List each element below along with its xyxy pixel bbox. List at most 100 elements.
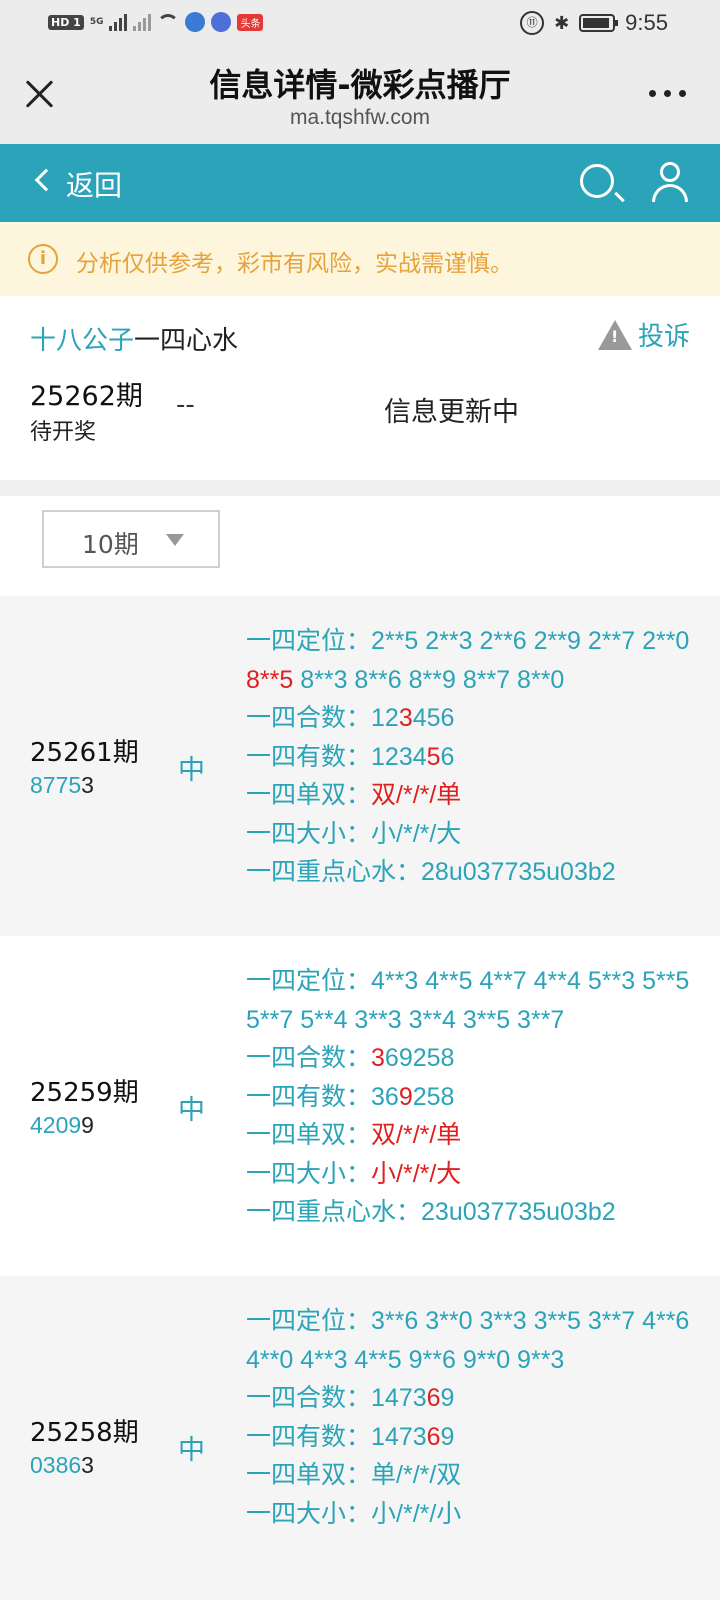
hit-digit: 8**5 (246, 665, 294, 694)
bluetooth-icon: ✱ (554, 12, 570, 34)
hit-digit: 3 (371, 1044, 385, 1072)
hit-digit: 3 (398, 704, 413, 732)
volte-icon: ⑪ (520, 11, 545, 35)
music-icon (211, 12, 232, 32)
signal-2-icon (133, 13, 152, 31)
prediction-value: 369258 (371, 1083, 454, 1111)
clock: 9:55 (625, 10, 668, 35)
prediction-label: 一四重点心水： (246, 857, 422, 886)
draw-number-last: 3 (81, 772, 94, 798)
record-row: 25258期 03863 中 一四定位：3**6 3**0 3**3 3**5 3**… (0, 1276, 720, 1600)
prediction-value: 369258 (371, 1044, 454, 1072)
prediction-label: 一四定位： (246, 966, 372, 995)
value-text: 小/*/*/大 (371, 819, 462, 848)
value-text: 69258 (384, 1044, 455, 1072)
back-chevron-icon[interactable] (34, 168, 58, 192)
hit-digit: 6 (426, 1422, 441, 1451)
prediction-value: 小/*/*/小 (371, 1500, 461, 1528)
prediction-value: 123456 (371, 743, 454, 771)
period-select[interactable]: 10期 (42, 510, 220, 568)
hit-digit: 小/*/*/大 (371, 1159, 462, 1188)
value-text: 9 (440, 1422, 455, 1451)
prediction-line: 一四定位：3**6 3**0 3**3 3**5 3**7 4**6 4**0 … (246, 1302, 696, 1379)
hit-digit: 双/*/*/单 (371, 781, 462, 809)
user-icon[interactable] (650, 162, 690, 202)
value-text: 1473 (371, 1384, 427, 1412)
status-left: HD 1 5G 头条 (48, 12, 264, 32)
network-label: HD 1 (48, 14, 84, 30)
prediction-label: 一四有数： (246, 1081, 372, 1111)
search-icon[interactable] (580, 164, 614, 198)
value-text: 1234 (371, 742, 427, 771)
record-issue: 25259期 (30, 1078, 139, 1108)
prediction-label: 一四有数： (246, 1421, 372, 1451)
value-text: 小/*/*/小 (371, 1499, 462, 1528)
network-gen: 5G (89, 17, 104, 27)
prediction-label: 一四重点心水： (246, 1197, 422, 1226)
draw-number-main: 4209 (30, 1112, 82, 1138)
toutiao-badge: 头条 (237, 13, 264, 31)
draw-number-last: 3 (81, 1452, 94, 1478)
prediction-label: 一四合数： (246, 1043, 372, 1072)
hit-digit: 双/*/*/单 (371, 1121, 462, 1149)
value-text: 36 (371, 1082, 399, 1111)
current-status: 待开奖 (30, 420, 97, 445)
title-bar: 信息详情-微彩点播厅 ma.tqshfw.com (0, 48, 720, 144)
page-title: 信息详情-微彩点播厅 (209, 66, 511, 104)
record-issue: 25261期 (30, 738, 139, 768)
value-text: 12 (371, 704, 399, 732)
prediction-line: 一四定位：2**5 2**3 2**6 2**9 2**7 2**0 8**5 … (246, 622, 696, 699)
prediction-label: 一四定位： (246, 1306, 372, 1335)
prediction-line: 一四合数：147369 (246, 1379, 696, 1418)
author-link[interactable]: 十八公子 (30, 326, 134, 356)
prediction-value: 23u037735u03b2 (421, 1198, 616, 1226)
record-result: 中 (178, 1095, 205, 1126)
current-issue: 25262期 (30, 381, 143, 412)
prediction-line: 一四合数：123456 (246, 699, 696, 738)
prediction-line: 一四有数：123456 (246, 738, 696, 777)
nav-bar: 返回 (0, 144, 720, 222)
record-issue: 25258期 (30, 1418, 139, 1448)
draw-number-last: 9 (81, 1112, 94, 1138)
value-text: 单/*/*/双 (371, 1461, 462, 1489)
complain-button[interactable]: 投诉 (597, 316, 690, 353)
prediction-label: 一四合数： (246, 703, 372, 732)
prediction-value: 147369 (371, 1384, 454, 1412)
prediction-label: 一四单双： (246, 1460, 372, 1489)
prediction-line: 一四重点心水：28u037735u03b2 (246, 853, 696, 892)
value-text: 1473 (371, 1422, 427, 1451)
record-draw-number: 03863 (30, 1452, 94, 1479)
prediction-label: 一四大小： (246, 1498, 372, 1528)
prediction-line: 一四有数：147369 (246, 1418, 696, 1457)
prediction-value: 123456 (371, 704, 454, 732)
prediction-label: 一四定位： (246, 626, 372, 655)
prediction-line: 一四单双：双/*/*/单 (246, 1116, 696, 1155)
info-header: 十八公子一四心水 投诉 25262期 待开奖 -- 信息更新中 (0, 296, 720, 480)
value-text: 23u037735u03b2 (421, 1198, 616, 1226)
prediction-value: 小/*/*/大 (371, 1160, 461, 1188)
record-predictions: 一四定位：2**5 2**3 2**6 2**9 2**7 2**0 8**5 … (246, 622, 696, 892)
record-result: 中 (178, 755, 205, 786)
prediction-value: 单/*/*/双 (371, 1461, 461, 1489)
prediction-line: 一四大小：小/*/*/大 (246, 1155, 696, 1194)
period-select-value: 10期 (82, 530, 139, 559)
current-result: -- (176, 390, 195, 420)
page-url: ma.tqshfw.com (289, 106, 431, 129)
plan-name: 一四心水 (134, 326, 239, 356)
caret-down-icon (166, 534, 184, 546)
prediction-line: 一四定位：4**3 4**5 4**7 4**4 5**3 5**5 5**7 … (246, 962, 696, 1039)
prediction-line: 一四重点心水：23u037735u03b2 (246, 1193, 696, 1232)
back-button[interactable]: 返回 (66, 164, 122, 204)
prediction-line: 一四单双：双/*/*/单 (246, 776, 696, 815)
more-icon[interactable] (649, 90, 686, 97)
record-row: 25261期 87753 中一四定位：2**5 2**3 2**6 2**9 2**… (0, 596, 720, 936)
value-text: 8**3 8**6 8**9 8**7 8**0 (293, 665, 565, 694)
draw-number-main: 0386 (30, 1452, 82, 1478)
current-info: 信息更新中 (384, 397, 519, 428)
battery-icon (579, 14, 619, 32)
prediction-line: 一四有数：369258 (246, 1078, 696, 1117)
prediction-line: 一四单双：单/*/*/双 (246, 1456, 696, 1495)
draw-number-main: 8775 (30, 772, 82, 798)
prediction-value: 小/*/*/大 (371, 820, 461, 848)
value-text: 28u037735u03b2 (421, 858, 616, 886)
